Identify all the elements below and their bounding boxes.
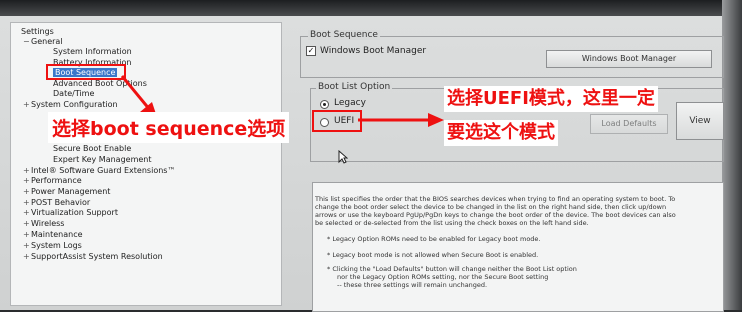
tree-item[interactable]: +POST Behavior bbox=[23, 198, 90, 207]
boot-list-option-title: Boot List Option bbox=[316, 82, 393, 92]
tree-expander-icon[interactable]: + bbox=[23, 176, 31, 185]
tree-item[interactable]: +SupportAssist System Resolution bbox=[23, 252, 163, 261]
monitor-bezel-right bbox=[722, 0, 742, 310]
tree-expander-icon[interactable]: + bbox=[23, 219, 31, 228]
windows-boot-manager-label: Windows Boot Manager bbox=[320, 46, 427, 56]
description-line: * Legacy Option ROMs need to be enabled … bbox=[327, 235, 541, 243]
tree-item-label: System Logs bbox=[31, 241, 82, 250]
tree-item[interactable]: +Maintenance bbox=[23, 230, 83, 239]
description-line: arrows or use the keyboard PgUp/PgDn key… bbox=[315, 211, 676, 219]
tree-item[interactable]: +Wireless bbox=[23, 219, 64, 228]
tree-item[interactable]: System Information bbox=[45, 47, 132, 56]
tree-expander-icon[interactable]: + bbox=[23, 230, 31, 239]
tree-expander-icon[interactable]: + bbox=[23, 187, 31, 196]
uefi-highlight bbox=[312, 110, 362, 132]
tree-item-label: General bbox=[31, 37, 63, 46]
boot-device-item-button[interactable]: Windows Boot Manager bbox=[546, 50, 712, 68]
tree-item[interactable]: +System Logs bbox=[23, 241, 82, 250]
windows-boot-manager-checkbox[interactable]: ✓ bbox=[306, 46, 316, 56]
tree-expander-icon[interactable]: + bbox=[23, 208, 31, 217]
description-line: change the boot order select the device … bbox=[315, 203, 667, 211]
boot-sequence-title: Boot Sequence bbox=[308, 30, 380, 40]
description-line: * Clicking the "Load Defaults" button wi… bbox=[327, 265, 577, 273]
legacy-radio[interactable] bbox=[320, 100, 329, 109]
tree-item-label: Wireless bbox=[31, 219, 65, 228]
tree-item[interactable]: Expert Key Management bbox=[45, 155, 152, 164]
tree-expander-icon[interactable]: + bbox=[23, 166, 31, 175]
bios-screen: Settings −General System Information Batter… bbox=[0, 16, 724, 312]
tree-item[interactable]: +Power Management bbox=[23, 187, 110, 196]
tree-item[interactable]: +Virtualization Support bbox=[23, 208, 118, 217]
help-description-panel: This list specifies the order that the B… bbox=[312, 182, 724, 312]
tree-expander-icon[interactable]: + bbox=[23, 198, 31, 207]
description-line: This list specifies the order that the B… bbox=[315, 195, 676, 203]
tree-item-label: Performance bbox=[31, 176, 82, 185]
tree-item-label: Settings bbox=[21, 27, 54, 36]
tree-item[interactable]: −General bbox=[23, 37, 63, 46]
tree-expander-icon[interactable]: − bbox=[23, 37, 31, 46]
description-line: nor the Legacy Option ROMs setting, nor … bbox=[337, 273, 549, 281]
tree-expander-icon[interactable]: + bbox=[23, 241, 31, 250]
right-arrow-icon bbox=[358, 113, 444, 127]
mouse-cursor-icon bbox=[338, 150, 348, 164]
annotation-left-note: 选择boot sequence选项 bbox=[48, 112, 290, 143]
monitor-bezel-top bbox=[0, 0, 742, 16]
tree-item-label: Intel® Software Guard Extensions™ bbox=[31, 166, 176, 175]
tree-item-label: Expert Key Management bbox=[53, 155, 152, 164]
tree-item-label: System Information bbox=[53, 47, 132, 56]
tree-item[interactable]: +System Configuration bbox=[23, 100, 118, 109]
tree-item-label: Secure Boot Enable bbox=[53, 144, 132, 153]
legacy-label: Legacy bbox=[334, 98, 366, 108]
tree-item-label: SupportAssist System Resolution bbox=[31, 252, 163, 261]
tree-item-label: Maintenance bbox=[31, 230, 83, 239]
tree-item-label: System Configuration bbox=[31, 100, 118, 109]
tree-item[interactable]: Date/Time bbox=[45, 89, 94, 98]
tree-expander-icon[interactable]: + bbox=[23, 252, 31, 261]
tree-item[interactable]: Secure Boot Enable bbox=[45, 144, 131, 153]
tree-item[interactable]: +Intel® Software Guard Extensions™ bbox=[23, 166, 175, 175]
description-line: -- these three settings will remain unch… bbox=[337, 281, 488, 289]
description-line: * Legacy boot mode is not allowed when S… bbox=[327, 251, 539, 259]
tree-item[interactable]: +Performance bbox=[23, 176, 82, 185]
description-line: be selected or de-selected from the list… bbox=[315, 219, 589, 227]
annotation-right-note-line2: 要选这个模式 bbox=[444, 120, 558, 146]
tree-item-label: Power Management bbox=[31, 187, 111, 196]
tree-item-label: Date/Time bbox=[53, 89, 95, 98]
load-defaults-button[interactable]: Load Defaults bbox=[590, 114, 668, 134]
tree-expander-icon[interactable]: + bbox=[23, 100, 31, 109]
view-button[interactable]: View bbox=[676, 102, 724, 140]
annotation-right-note-line1: 选择UEFI模式，这里一定 bbox=[444, 86, 658, 112]
tree-item-label: POST Behavior bbox=[31, 198, 91, 207]
tree-item-label: Virtualization Support bbox=[31, 208, 118, 217]
tree-item[interactable]: Settings bbox=[13, 27, 54, 36]
